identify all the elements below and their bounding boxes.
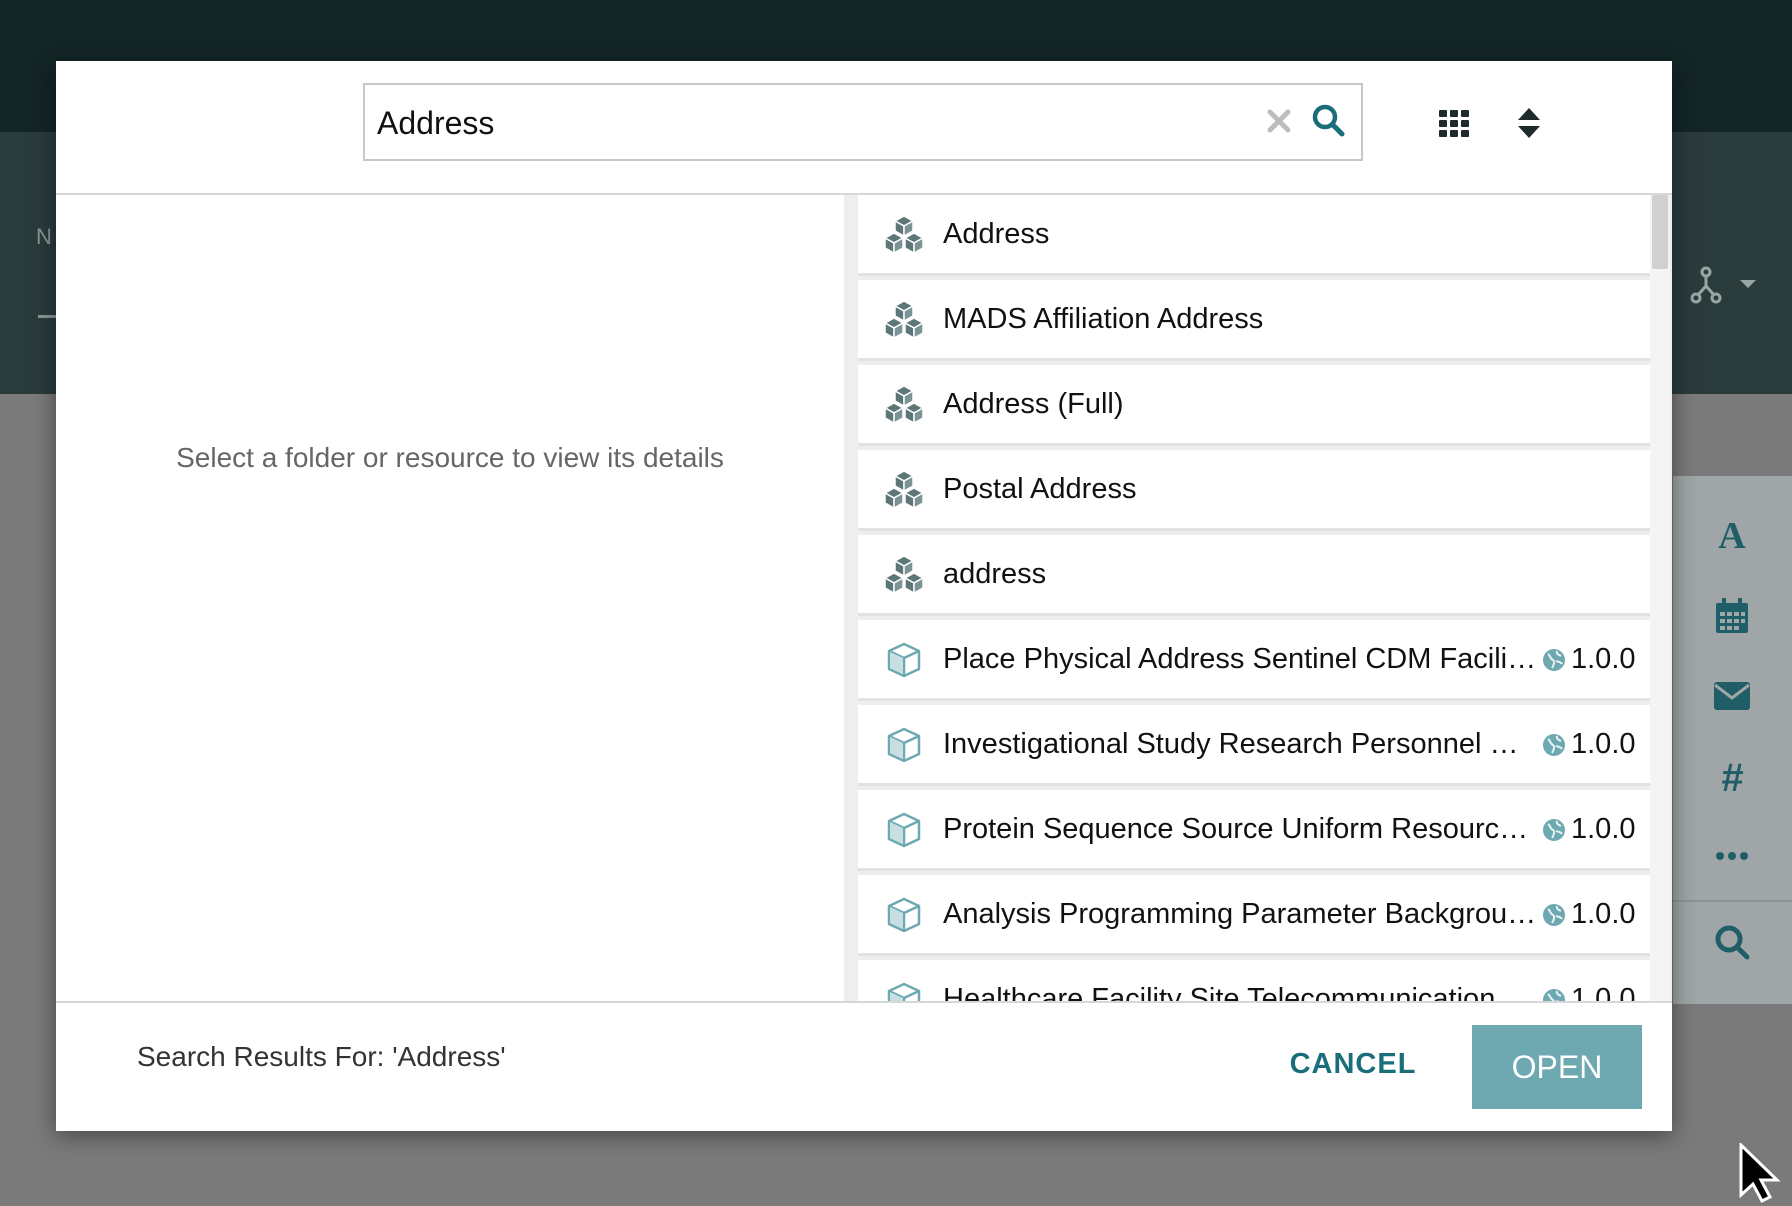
search-icon[interactable] [1311,103,1345,137]
details-pane: Select a folder or resource to view its … [56,195,844,1001]
result-row[interactable]: Place Physical Address Sentinel CDM Faci… [858,620,1650,701]
search-box [363,83,1363,161]
result-row[interactable]: Healthcare Facility Site Telecommunicati… [858,960,1650,1001]
globe-icon [1543,819,1565,841]
mouse-cursor-icon [1739,1143,1781,1203]
result-row[interactable]: Postal Address [858,450,1650,531]
cancel-button[interactable]: CANCEL [1278,1029,1428,1099]
resource-picker-dialog: Select a folder or resource to view its … [56,61,1672,1131]
resource-cube-icon [882,980,926,1001]
result-title: Postal Address [943,473,1137,505]
open-button[interactable]: OPEN [1472,1025,1642,1109]
result-row[interactable]: address [858,535,1650,616]
sort-icon[interactable] [1515,105,1543,141]
result-row[interactable]: Investigational Study Research Personnel… [858,705,1650,786]
grid-view-icon[interactable] [1438,107,1470,139]
result-title: Analysis Programming Parameter Backgroun… [943,898,1538,930]
result-version: 1.0.0 [1571,983,1636,1001]
result-row[interactable]: Analysis Programming Parameter Backgroun… [858,875,1650,956]
folder-cubes-icon [882,215,926,255]
globe-icon [1543,649,1565,671]
background-label: N [36,224,52,249]
folder-cubes-icon [882,470,926,510]
globe-icon [1543,734,1565,756]
result-version: 1.0.0 [1571,643,1636,675]
results-pane[interactable]: Address MADS Affiliation Address Address… [844,195,1672,1001]
resource-cube-icon [882,725,926,765]
search-results-status: Search Results For: 'Address' [137,1041,506,1072]
dialog-header [56,61,1672,195]
results-scrollbar-thumb[interactable] [1652,195,1668,269]
result-title: address [943,558,1047,590]
result-title: Investigational Study Research Personnel… [943,728,1538,760]
more-icon[interactable] [1710,834,1754,878]
resource-cube-icon [882,895,926,935]
globe-icon [1543,989,1565,1001]
result-row[interactable]: MADS Affiliation Address [858,280,1650,361]
panel-divider [1673,900,1792,902]
result-title: Address [943,218,1050,250]
result-row[interactable]: Address (Full) [858,365,1650,446]
svg-text:A: A [1718,515,1746,554]
result-version: 1.0.0 [1571,813,1636,845]
panel-search-icon[interactable] [1710,920,1754,964]
resource-cube-icon [882,640,926,680]
result-version: 1.0.0 [1571,898,1636,930]
text-icon[interactable]: A [1710,512,1754,556]
details-placeholder: Select a folder or resource to view its … [176,442,724,473]
search-input[interactable] [375,93,1229,153]
result-version: 1.0.0 [1571,728,1636,760]
calendar-icon[interactable] [1710,594,1754,638]
folder-cubes-icon [882,385,926,425]
folder-cubes-icon [882,555,926,595]
svg-text:#: # [1721,756,1744,796]
result-row[interactable]: Address [858,195,1650,276]
clear-icon[interactable] [1263,105,1295,137]
globe-icon [1543,904,1565,926]
result-title: Address (Full) [943,388,1124,420]
result-title: Healthcare Facility Site Telecommunicati… [943,983,1538,1001]
results-list: Address MADS Affiliation Address Address… [858,195,1650,1001]
hash-icon[interactable]: # [1710,754,1754,798]
folder-cubes-icon [882,300,926,340]
result-row[interactable]: Protein Sequence Source Uniform Resource… [858,790,1650,871]
results-scrollbar[interactable] [1650,195,1670,1001]
result-title: MADS Affiliation Address [943,303,1264,335]
result-title: Place Physical Address Sentinel CDM Faci… [943,643,1538,675]
envelope-icon[interactable] [1710,674,1754,718]
resource-cube-icon [882,810,926,850]
network-dropdown-icon[interactable] [1690,266,1770,306]
result-title: Protein Sequence Source Uniform Resource… [943,813,1538,845]
dialog-footer: Search Results For: 'Address' CANCEL OPE… [56,1001,1672,1131]
